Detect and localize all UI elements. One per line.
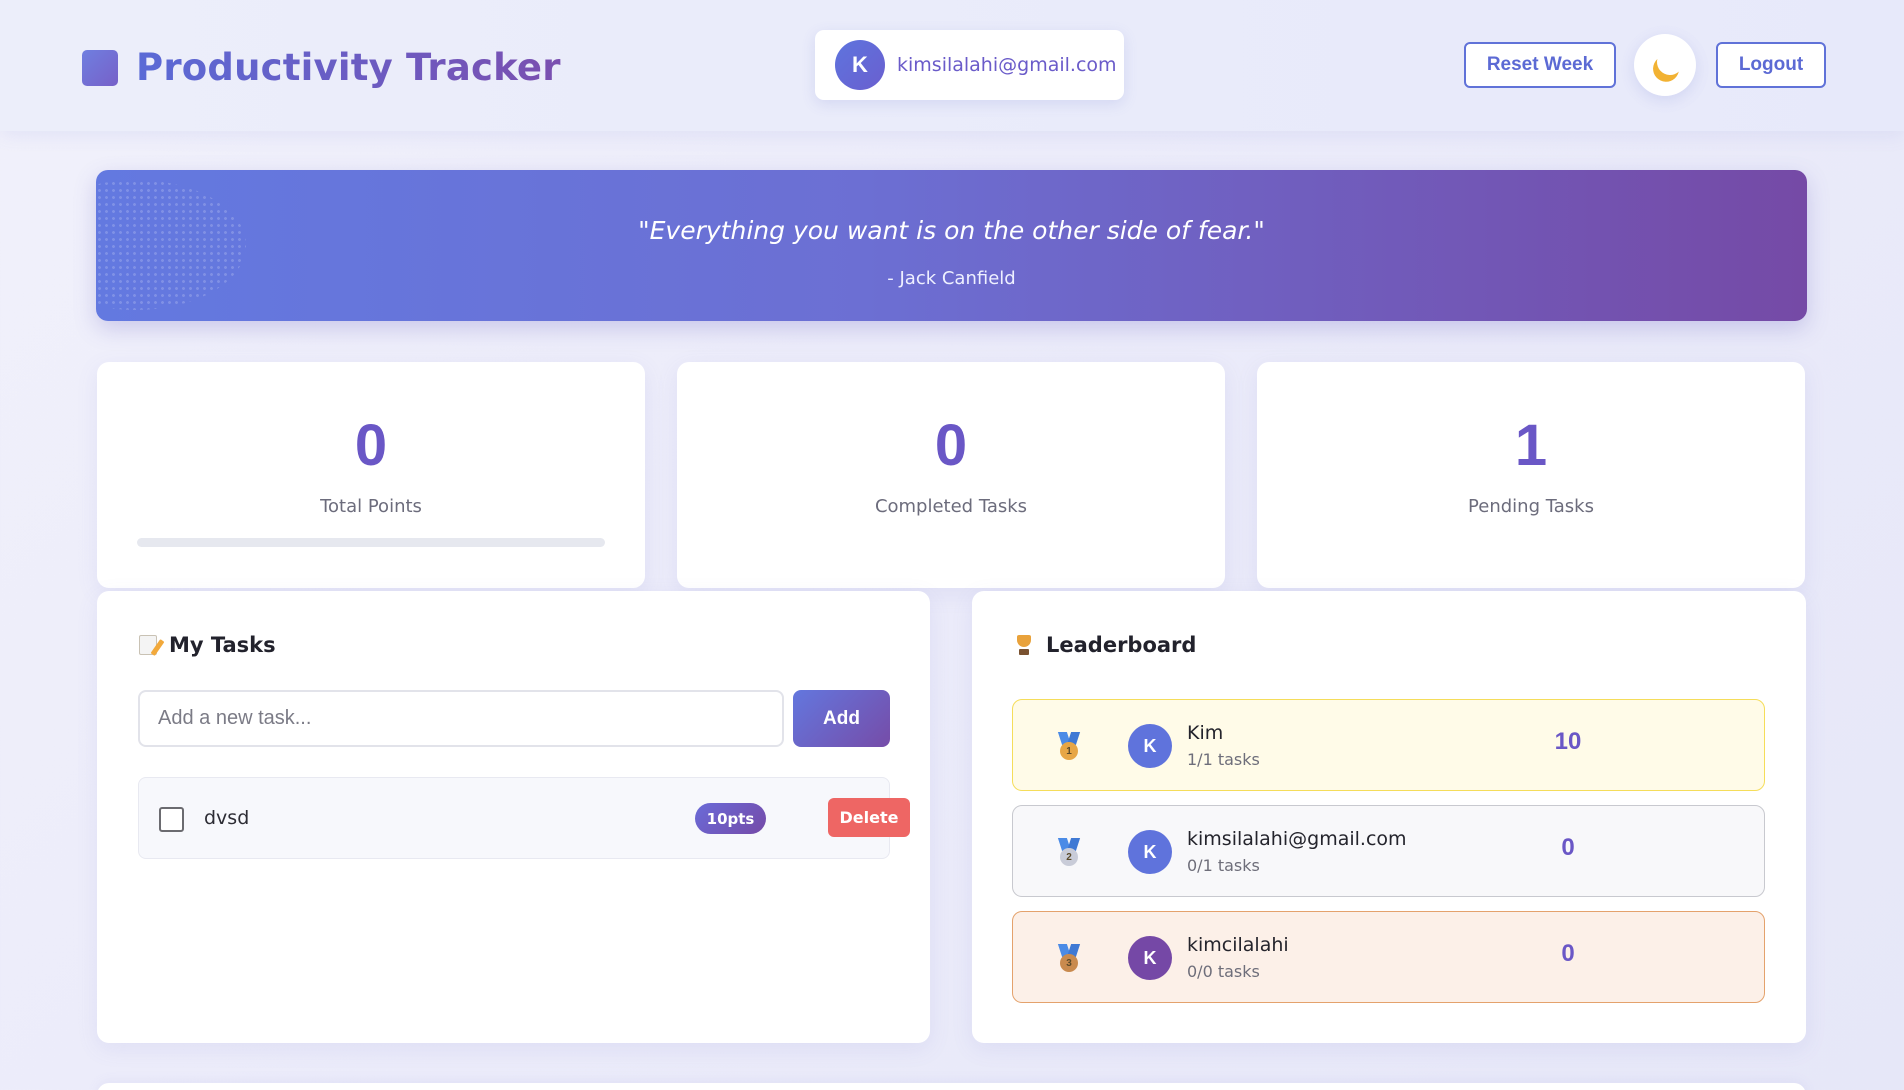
new-task-input[interactable] (138, 690, 784, 747)
quote-author: - Jack Canfield (887, 268, 1016, 289)
stat-card-completed-tasks: 0 Completed Tasks (677, 362, 1225, 588)
stat-label: Completed Tasks (874, 496, 1028, 517)
stat-label: Pending Tasks (1468, 496, 1594, 517)
task-points-badge: 10pts (695, 803, 766, 834)
app-title: Productivity Tracker (136, 46, 561, 89)
memo-icon (139, 635, 157, 655)
leaderboard-task-count: 0/1 tasks (1187, 856, 1260, 875)
leaderboard-row: 3 K kimcilalahi 0/0 tasks 0 (1012, 911, 1765, 1003)
silver-medal-icon: 2 (1057, 838, 1081, 868)
task-checkbox[interactable] (159, 807, 184, 832)
current-user-chip: K kimsilalahi@gmail.com (815, 30, 1124, 100)
reset-week-button[interactable]: Reset Week (1464, 42, 1616, 88)
delete-task-button[interactable]: Delete (828, 798, 910, 837)
leaderboard-score: 0 (1561, 940, 1575, 967)
medal-rank: 3 (1060, 954, 1078, 972)
top-header: Productivity Tracker K kimsilalahi@gmail… (0, 0, 1904, 131)
leaderboard-avatar: K (1128, 724, 1172, 768)
quote-text: "Everything you want is on the other sid… (638, 216, 1265, 245)
logout-button[interactable]: Logout (1716, 42, 1826, 88)
stat-card-pending-tasks: 1 Pending Tasks (1257, 362, 1805, 588)
leaderboard-row: 2 K kimsilalahi@gmail.com 0/1 tasks 0 (1012, 805, 1765, 897)
gold-medal-icon: 1 (1057, 732, 1081, 762)
my-tasks-title: My Tasks (169, 633, 276, 657)
quote-banner: "Everything you want is on the other sid… (96, 170, 1807, 321)
stat-value: 1 (1514, 413, 1548, 478)
decorative-dots (96, 180, 246, 310)
medal-rank: 2 (1060, 848, 1078, 866)
leaderboard-task-count: 1/1 tasks (1187, 750, 1260, 769)
leaderboard-name: kimsilalahi@gmail.com (1187, 828, 1407, 850)
leaderboard-score: 0 (1561, 834, 1575, 861)
task-item: dvsd 10pts Delete (138, 777, 910, 859)
next-section-card (97, 1083, 1806, 1090)
my-tasks-panel: My Tasks Add dvsd 10pts Delete (97, 591, 930, 1043)
user-email: kimsilalahi@gmail.com (897, 54, 1117, 76)
theme-toggle-button[interactable] (1634, 34, 1696, 96)
add-task-button[interactable]: Add (793, 690, 890, 747)
trophy-icon (1014, 634, 1034, 656)
user-avatar: K (835, 40, 885, 90)
leaderboard-row: 1 K Kim 1/1 tasks 10 (1012, 699, 1765, 791)
stat-value: 0 (354, 413, 388, 478)
points-progress-bar (137, 538, 605, 547)
my-tasks-heading: My Tasks (139, 633, 276, 657)
leaderboard-score: 10 (1554, 728, 1582, 755)
stat-value: 0 (934, 413, 968, 478)
bronze-medal-icon: 3 (1057, 944, 1081, 974)
leaderboard-panel: Leaderboard 1 K Kim 1/1 tasks 10 2 K kim… (972, 591, 1806, 1043)
task-name: dvsd (204, 807, 250, 829)
medal-rank: 1 (1060, 742, 1078, 760)
leaderboard-title: Leaderboard (1046, 633, 1197, 657)
leaderboard-name: Kim (1187, 722, 1224, 744)
app-logo-icon (82, 49, 118, 86)
leaderboard-avatar: K (1128, 936, 1172, 980)
stat-label: Total Points (320, 496, 422, 517)
leaderboard-heading: Leaderboard (1014, 633, 1196, 657)
leaderboard-name: kimcilalahi (1187, 934, 1289, 956)
brand: Productivity Tracker (82, 46, 561, 89)
stat-card-total-points: 0 Total Points (97, 362, 645, 588)
moon-icon (1653, 45, 1686, 78)
leaderboard-task-count: 0/0 tasks (1187, 962, 1260, 981)
leaderboard-avatar: K (1128, 830, 1172, 874)
